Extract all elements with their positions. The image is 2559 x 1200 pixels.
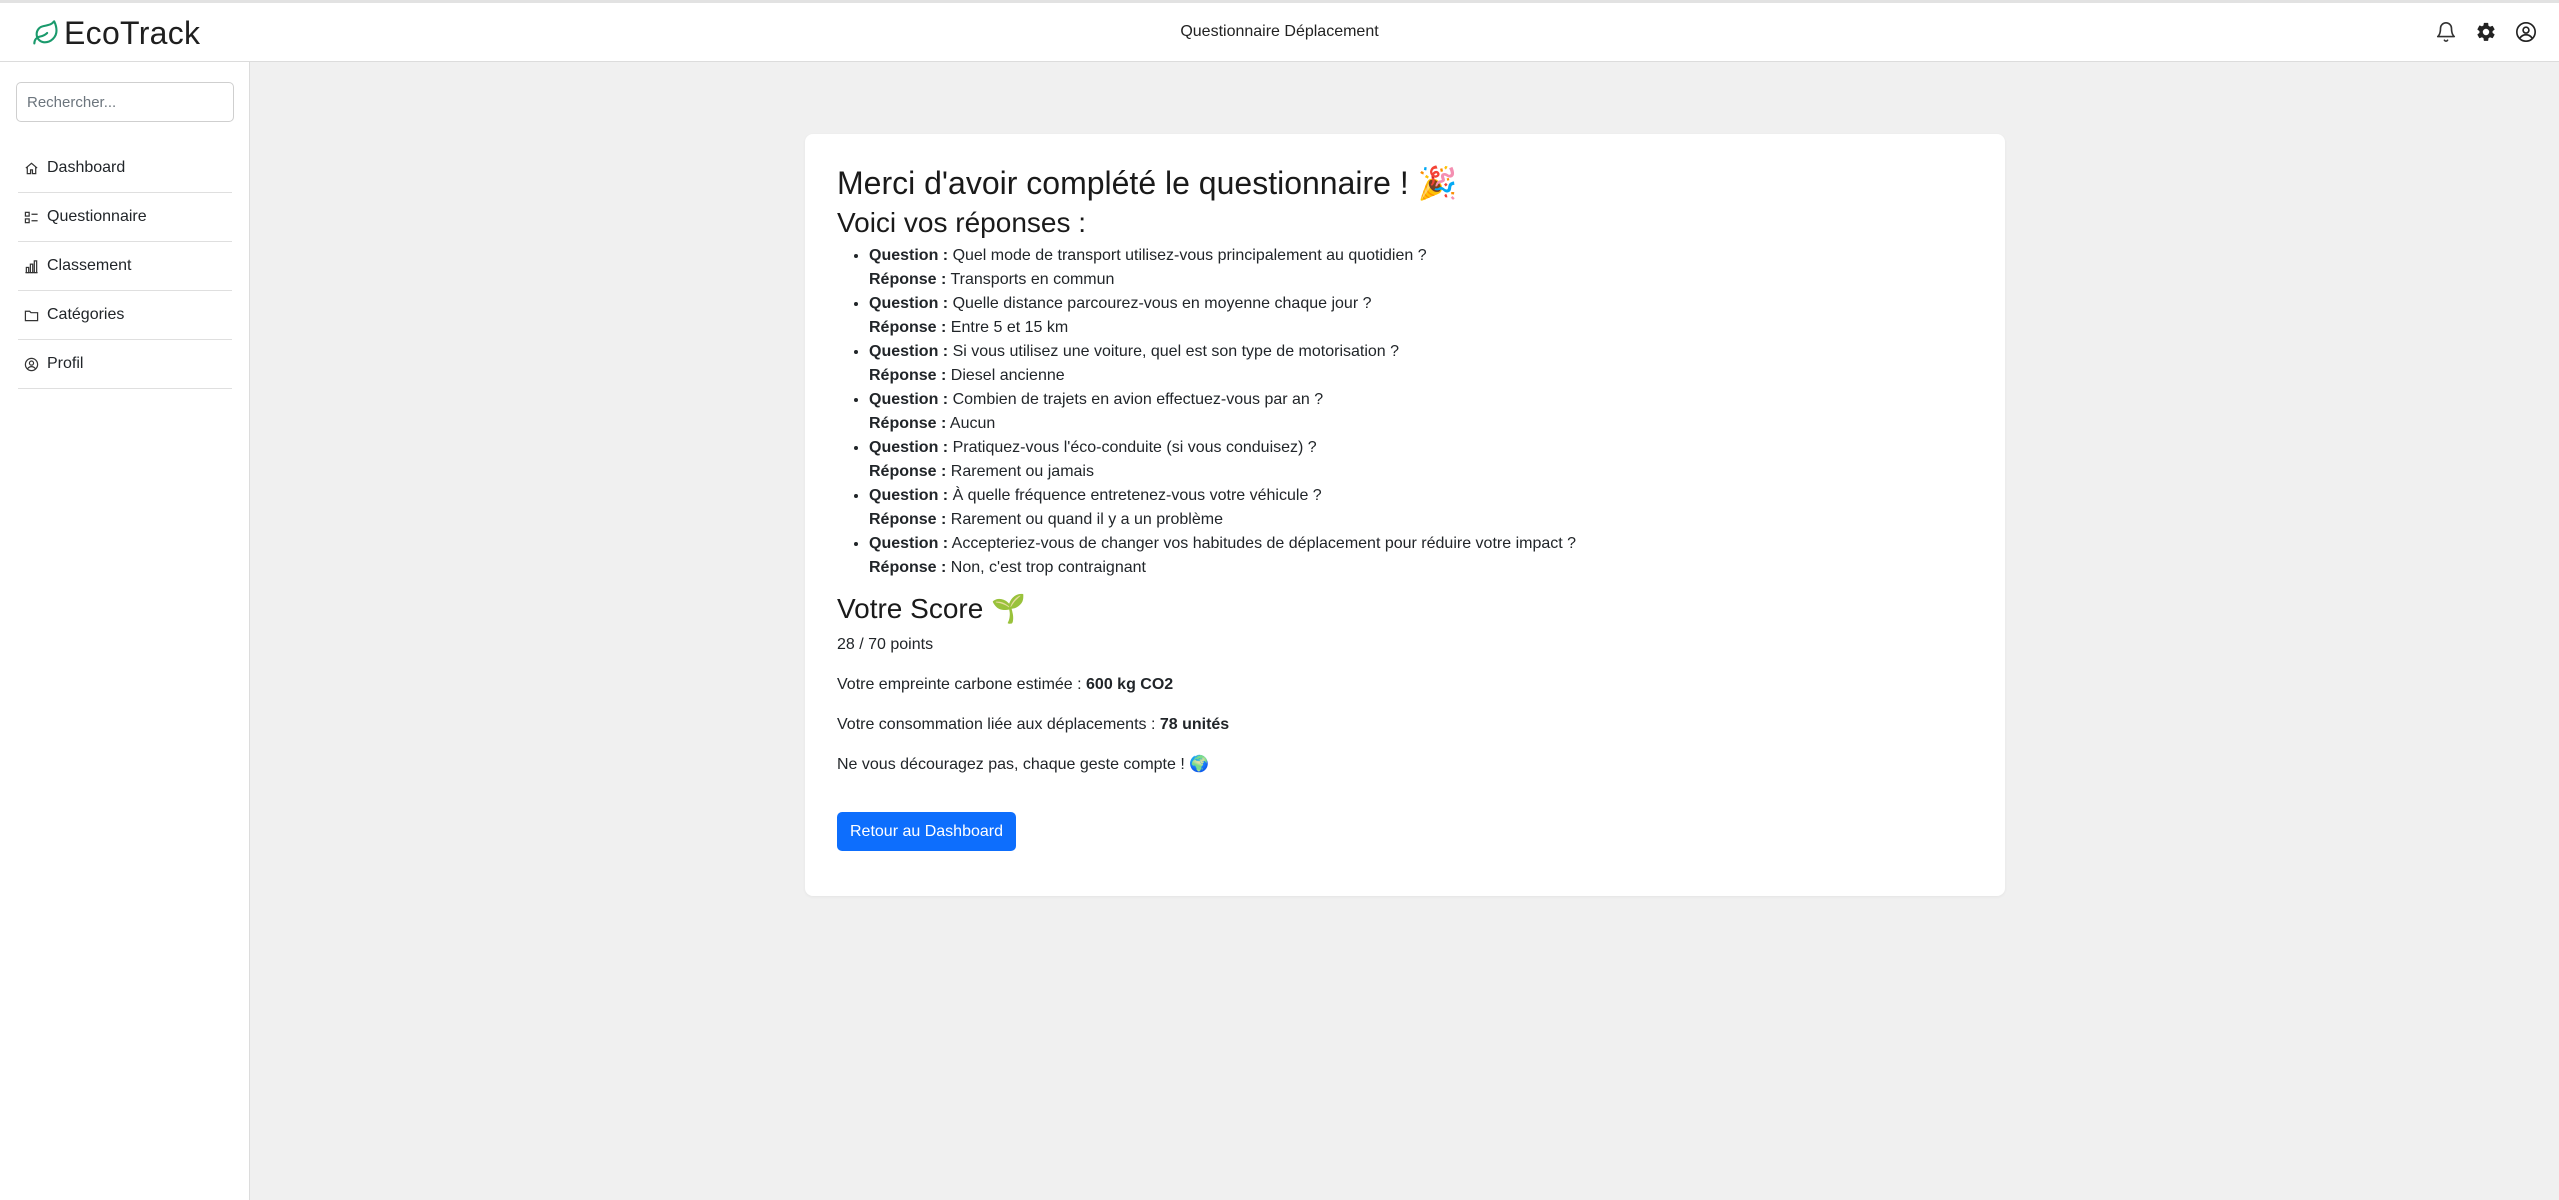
top-header: EcoTrack Questionnaire Déplacement xyxy=(0,3,2559,62)
sidebar-item-label: Profil xyxy=(47,355,84,372)
score-text: 28 / 70 points xyxy=(837,635,934,653)
sidebar-item-label: Catégories xyxy=(47,306,125,323)
list-item: Question : Quel mode de transport utilis… xyxy=(869,244,1973,292)
sidebar-nav: Dashboard Questionnaire Classement Catég… xyxy=(18,144,232,389)
sidebar-item-categories[interactable]: Catégories xyxy=(18,291,232,340)
results-card: Merci d'avoir complété le questionnaire … xyxy=(805,134,2005,896)
back-to-dashboard-button[interactable]: Retour au Dashboard xyxy=(837,811,1016,851)
sidebar-item-dashboard[interactable]: Dashboard xyxy=(18,144,232,193)
encouragement-text: Ne vous découragez pas, chaque geste com… xyxy=(837,755,1210,773)
sidebar-item-classement[interactable]: Classement xyxy=(18,242,232,291)
sidebar-item-profil[interactable]: Profil xyxy=(18,340,232,389)
list-item: Question : Quelle distance parcourez-vou… xyxy=(869,292,1973,340)
list-item: Question : Pratiquez-vous l'éco-conduite… xyxy=(869,436,1973,484)
sidebar-item-questionnaire[interactable]: Questionnaire xyxy=(18,193,232,242)
bar-chart-icon xyxy=(24,259,39,274)
user-icon xyxy=(24,357,39,372)
sidebar-item-label: Questionnaire xyxy=(47,208,147,225)
answers-title: Voici vos réponses : xyxy=(837,207,1087,239)
list-item: Question : Combien de trajets en avion e… xyxy=(869,388,1973,436)
carbon-footprint: Votre empreinte carbone estimée : 600 kg… xyxy=(837,675,1174,693)
consumption-value: 78 unités xyxy=(1159,715,1230,733)
list-item: Question : Si vous utilisez une voiture,… xyxy=(869,340,1973,388)
search-input[interactable] xyxy=(16,82,234,122)
folder-icon xyxy=(24,308,39,323)
sidebar-item-label: Classement xyxy=(47,257,132,274)
consumption: Votre consommation liée aux déplacements… xyxy=(837,715,1230,733)
carbon-value: 600 kg CO2 xyxy=(1086,675,1174,693)
list-item: Question : Accepteriez-vous de changer v… xyxy=(869,532,1973,580)
score-title: Votre Score 🌱 xyxy=(837,592,1026,624)
list-item: Question : À quelle fréquence entretenez… xyxy=(869,484,1973,532)
sidebar: Dashboard Questionnaire Classement Catég… xyxy=(0,62,250,1200)
answers-list: Question : Quel mode de transport utilis… xyxy=(837,244,1973,580)
thanks-title: Merci d'avoir complété le questionnaire … xyxy=(837,165,1458,201)
list-icon xyxy=(24,210,39,225)
page-title: Questionnaire Déplacement xyxy=(1180,23,1379,40)
home-icon xyxy=(24,161,39,176)
gear-icon[interactable] xyxy=(2475,21,2497,43)
bell-icon[interactable] xyxy=(2435,21,2457,43)
sidebar-item-label: Dashboard xyxy=(47,159,126,176)
user-circle-icon[interactable] xyxy=(2515,21,2537,43)
